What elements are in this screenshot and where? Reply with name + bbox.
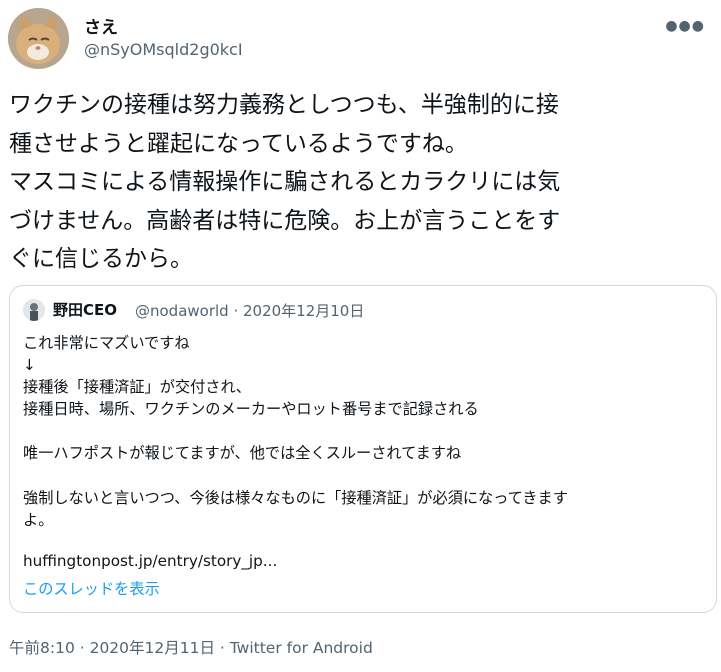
tweet-meta[interactable]: 午前8:10 · 2020年12月11日 · Twitter for Andro…: [9, 636, 373, 658]
quote-link-text[interactable]: huffingtonpost.jp/entry/story_jp...: [23, 552, 277, 570]
quote-display-name: 野田CEO: [53, 301, 118, 319]
quote-avatar: [23, 299, 45, 321]
quoted-tweet-card[interactable]: 野田CEO @nodaworld · 2020年12月10日 これ非常にマズいで…: [9, 285, 717, 613]
show-thread-link[interactable]: このスレッドを表示: [23, 577, 160, 599]
quote-handle-date: @nodaworld · 2020年12月10日: [135, 302, 365, 320]
more-options-icon[interactable]: ●●●: [665, 18, 705, 34]
quote-body-text: これ非常にマズいですね ↓ 接種後「接種済証」が交付され、 接種日時、場所、ワク…: [23, 334, 568, 529]
author-display-name[interactable]: さえ: [84, 13, 118, 38]
avatar[interactable]: [8, 8, 69, 69]
author-handle[interactable]: @nSyOMsqld2g0kcI: [84, 40, 243, 59]
tweet-text: ワクチンの接種は努力義務としつつも、半強制的に接 種させようと躍起になっているよ…: [9, 92, 561, 272]
